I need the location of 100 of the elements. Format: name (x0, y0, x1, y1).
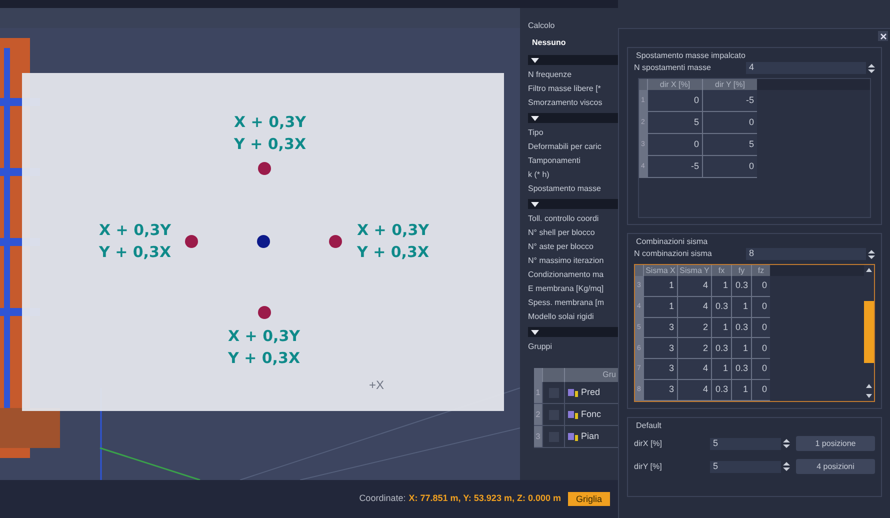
layers-icon (568, 410, 578, 419)
table-cell: 3 (643, 338, 677, 360)
group-title: Spostamento masse impalcato (636, 50, 746, 62)
table-cell: 0.3 (731, 276, 751, 297)
section-label: Calcolo (528, 20, 556, 32)
table-cell: 1 (643, 276, 677, 297)
property-label: N° shell per blocco (528, 227, 596, 239)
table-cell: 5 (647, 112, 702, 134)
table-cell: 0.3 (731, 359, 751, 380)
group-title: Combinazioni sisma (636, 236, 708, 248)
section-header-bar[interactable] (528, 113, 618, 123)
spin-arrows-icon (783, 462, 790, 471)
property-label: Spostamento masse (528, 183, 602, 195)
table-cell: 1 (643, 296, 677, 318)
close-icon (880, 32, 886, 40)
table-cell: 3 (643, 359, 677, 380)
collapse-triangle-icon (531, 116, 539, 120)
combination-label: X + 0,3Y (99, 220, 172, 240)
section-header-bar[interactable] (528, 55, 618, 65)
property-label: Tipo (528, 127, 544, 139)
property-label: Modello solai rigidi (528, 311, 595, 323)
number-field[interactable]: 5 (710, 438, 781, 450)
property-label: Deformabili per caric (528, 141, 602, 153)
position-button[interactable]: 1 posizione (796, 436, 875, 451)
table-cell: 4 (677, 276, 711, 297)
column-header: fz (751, 265, 770, 276)
table-cell: 1 (711, 359, 731, 380)
coordinates-value: X: 77.851 m, Y: 53.923 m, Z: 0.000 m (408, 492, 561, 506)
table-cell: 0.3 (711, 296, 731, 318)
spin-arrows-icon (868, 250, 875, 258)
table-cell: 0 (702, 156, 757, 178)
combination-label: X + 0,3Y (234, 112, 306, 132)
table-corner-cell (635, 265, 643, 276)
column-header: fy (731, 265, 751, 276)
field-label: N spostamenti masse (634, 62, 712, 74)
combination-label: X + 0,3Y (357, 220, 430, 240)
layers-icon (568, 388, 578, 397)
group-name: Fonc (581, 408, 602, 421)
property-label: Gruppi (528, 341, 554, 353)
collapse-triangle-icon (531, 202, 539, 206)
property-label: Smorzamento viscos (528, 97, 604, 109)
scroll-bar[interactable] (864, 265, 874, 401)
property-label: N° massimo iterazion (528, 255, 605, 267)
property-label: N frequenze (528, 69, 573, 81)
axis-label: +X (369, 377, 384, 394)
table-cell: 0 (702, 112, 757, 134)
table-cell: 0 (751, 276, 770, 297)
position-button[interactable]: 4 posizioni (796, 459, 875, 474)
property-label: Filtro masse libere [* (528, 83, 602, 95)
table-cell: 0.3 (711, 338, 731, 360)
field-label: dirX [%] (634, 438, 664, 450)
table-cell: 3 (643, 318, 677, 338)
table-corner-cell (639, 79, 647, 90)
dropdown-value[interactable]: Nessuno (528, 34, 618, 52)
spin-arrows-icon (783, 439, 790, 448)
combination-label: Y + 0,3X (357, 242, 430, 262)
table-cell: 1 (711, 318, 731, 338)
property-label: Toll. controllo coordi (528, 213, 600, 225)
table-cell: 0 (751, 380, 770, 401)
table-cell: 4 (677, 380, 711, 401)
table-cell: 0 (751, 338, 770, 360)
table-cell: -5 (647, 156, 702, 178)
row-number: 2 (534, 404, 542, 425)
table-cell: 0 (751, 318, 770, 338)
table-cell: -5 (702, 90, 757, 112)
field-label: N combinazioni sisma (634, 248, 713, 260)
close-button[interactable] (878, 31, 888, 41)
table-cell: 3 (643, 380, 677, 401)
column-header (542, 368, 564, 382)
table-cell: 2 (677, 338, 711, 360)
number-field[interactable]: 5 (710, 460, 781, 472)
coordinates-label: Coordinate: (359, 492, 406, 506)
table-cell: 0 (647, 134, 702, 156)
property-label: Tamponamenti (528, 155, 582, 167)
column-header: dir X [%] (647, 79, 702, 90)
table-cell: 4 (677, 359, 711, 380)
table-cell: 1 (711, 276, 731, 297)
combination-label: Y + 0,3X (228, 348, 300, 368)
property-label: E membrana [Kg/mq] (528, 283, 605, 295)
table-cell: 0.3 (731, 318, 751, 338)
combination-label: Y + 0,3X (234, 134, 306, 154)
collapse-triangle-icon (531, 58, 539, 62)
number-field[interactable]: 8 (746, 248, 866, 260)
section-header-bar[interactable] (528, 327, 618, 337)
column-header: Gru (564, 368, 618, 382)
scroll-thumb[interactable] (864, 301, 874, 363)
section-header-bar[interactable] (528, 199, 618, 209)
property-label: k (* h) (528, 169, 550, 181)
column-header: Sisma Y (677, 265, 711, 276)
number-field[interactable]: 4 (746, 62, 866, 74)
grid-button[interactable]: Griglia (568, 492, 610, 506)
layers-icon (568, 432, 578, 441)
row-number: 1 (534, 382, 542, 403)
table-cell: 1 (731, 338, 751, 360)
column-header: fx (711, 265, 731, 276)
table-cell: 0 (751, 359, 770, 380)
table-corner-cell (534, 368, 542, 382)
table-cell: 1 (731, 296, 751, 318)
row-number: 3 (534, 426, 542, 447)
table-cell: 1 (731, 380, 751, 401)
